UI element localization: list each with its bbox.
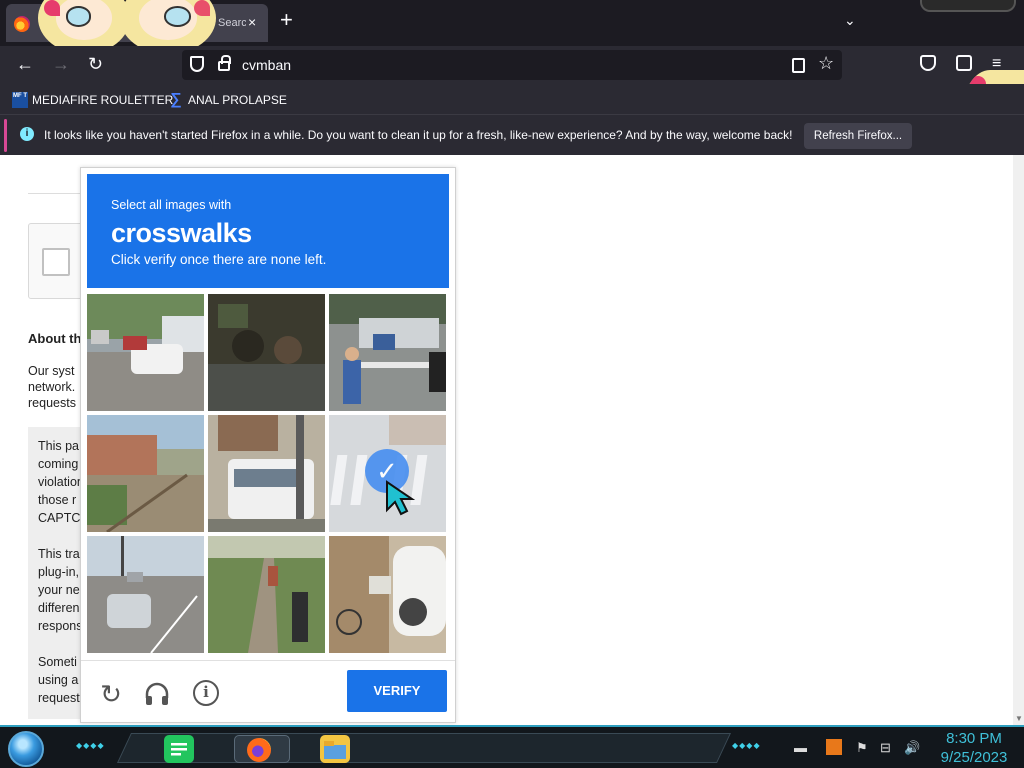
new-tab-button[interactable]: + bbox=[280, 8, 293, 32]
refresh-firefox-button[interactable]: Refresh Firefox... bbox=[804, 123, 912, 149]
tab-bar: Searc × + ⌄ bbox=[0, 0, 1024, 54]
divider bbox=[28, 193, 88, 194]
pocket-icon[interactable] bbox=[920, 55, 936, 71]
captcha-tile[interactable] bbox=[329, 536, 446, 653]
list-tabs-icon[interactable]: ⌄ bbox=[844, 12, 856, 29]
show-hidden-icons[interactable]: ▬ bbox=[794, 740, 807, 755]
firefox-icon bbox=[14, 16, 30, 32]
url-text[interactable]: cvmban bbox=[242, 57, 291, 73]
bookmark-mediafire[interactable]: MF T MEDIAFIRE ROULETTER bbox=[12, 91, 173, 109]
explanation-box: This pa coming violation those r CAPTC T… bbox=[28, 427, 88, 719]
captcha-tile[interactable] bbox=[208, 536, 325, 653]
captcha-tile[interactable] bbox=[329, 294, 446, 411]
reload-challenge-icon[interactable]: ↻ bbox=[97, 680, 125, 708]
bookmark-label: ANAL PROLAPSE bbox=[188, 93, 287, 107]
back-icon[interactable]: ← bbox=[16, 54, 34, 74]
firefox-taskbar-icon[interactable] bbox=[234, 735, 290, 763]
mediafire-icon: MF T bbox=[12, 92, 28, 108]
page-scrollbar[interactable]: ▼ bbox=[1013, 155, 1024, 725]
clock-date: 9/25/2023 bbox=[940, 749, 1008, 766]
volume-icon[interactable]: 🔊 bbox=[904, 740, 920, 756]
captcha-header: Select all images with crosswalks Click … bbox=[87, 174, 449, 288]
captcha-tile[interactable] bbox=[87, 536, 204, 653]
tracking-shield-icon[interactable] bbox=[190, 56, 204, 72]
info-icon: i bbox=[20, 127, 34, 141]
tab-title: Searc bbox=[218, 17, 246, 29]
captcha-footer-divider bbox=[81, 660, 455, 661]
extensions-icon[interactable] bbox=[956, 55, 972, 71]
captcha-tile[interactable] bbox=[208, 294, 325, 411]
captcha-target: crosswalks bbox=[111, 218, 252, 248]
system-clock[interactable]: 8:30 PM 9/25/2023 bbox=[928, 729, 1020, 767]
start-button[interactable] bbox=[8, 731, 44, 767]
captcha-tile[interactable] bbox=[208, 415, 325, 532]
notification-accent bbox=[4, 119, 7, 152]
sigma-icon: ∑ bbox=[170, 91, 182, 108]
taskbar-decoration: ◆◆◆◆ bbox=[76, 741, 105, 750]
notes-app-icon[interactable] bbox=[164, 735, 194, 763]
notification-text: It looks like you haven't started Firefo… bbox=[44, 128, 793, 142]
bookmark-sigma[interactable]: ∑ ANAL PROLAPSE bbox=[168, 91, 287, 109]
file-explorer-icon[interactable] bbox=[320, 735, 350, 763]
forward-icon[interactable]: → bbox=[52, 54, 70, 74]
reload-icon[interactable]: ↻ bbox=[88, 54, 103, 74]
captcha-tile[interactable] bbox=[87, 294, 204, 411]
captcha-instruction: Select all images with bbox=[111, 198, 232, 212]
app-tray-icon[interactable] bbox=[826, 739, 842, 755]
headphones-icon[interactable] bbox=[143, 680, 171, 708]
network-icon[interactable]: ⊟ bbox=[880, 740, 891, 756]
flag-icon[interactable]: ⚑ bbox=[856, 740, 868, 756]
taskbar-decoration: ◆◆◆◆ bbox=[732, 741, 761, 750]
reader-view-icon[interactable] bbox=[792, 58, 805, 73]
captcha-tile[interactable] bbox=[87, 415, 204, 532]
about-heading: About th bbox=[28, 331, 82, 346]
address-bar[interactable]: cvmban ☆ bbox=[182, 50, 842, 80]
challenge-checkbox[interactable] bbox=[42, 248, 70, 276]
clock-time: 8:30 PM bbox=[946, 730, 1002, 747]
navigation-toolbar: ← → ↻ cvmban ☆ ≡ bbox=[0, 46, 1024, 180]
captcha-grid: ✓ bbox=[87, 294, 447, 654]
lock-icon[interactable] bbox=[218, 55, 231, 71]
bookmark-label: MEDIAFIRE ROULETTER bbox=[32, 93, 174, 107]
bookmark-star-icon[interactable]: ☆ bbox=[818, 53, 834, 74]
mouse-cursor-icon bbox=[386, 480, 415, 516]
tab-close-icon[interactable]: × bbox=[248, 14, 256, 30]
notification-bar: i It looks like you haven't started Fire… bbox=[0, 114, 1024, 155]
window-controls[interactable] bbox=[920, 0, 1016, 12]
captcha-subinstruction: Click verify once there are none left. bbox=[111, 252, 327, 267]
bookmarks-toolbar: MF T MEDIAFIRE ROULETTER ∑ ANAL PROLAPSE bbox=[0, 84, 1024, 114]
challenge-widget bbox=[28, 223, 88, 299]
verify-button[interactable]: VERIFY bbox=[347, 670, 447, 712]
taskbar-frame bbox=[117, 733, 731, 763]
info-icon[interactable]: i bbox=[193, 680, 219, 706]
taskbar: ◆◆◆◆ ◆◆◆◆ ▬ ⚑ ⊟ 🔊 8:30 PM 9/25/2023 bbox=[0, 725, 1024, 768]
about-text: Our syst network. requests bbox=[28, 364, 76, 410]
captcha-dialog: Select all images with crosswalks Click … bbox=[80, 167, 456, 723]
